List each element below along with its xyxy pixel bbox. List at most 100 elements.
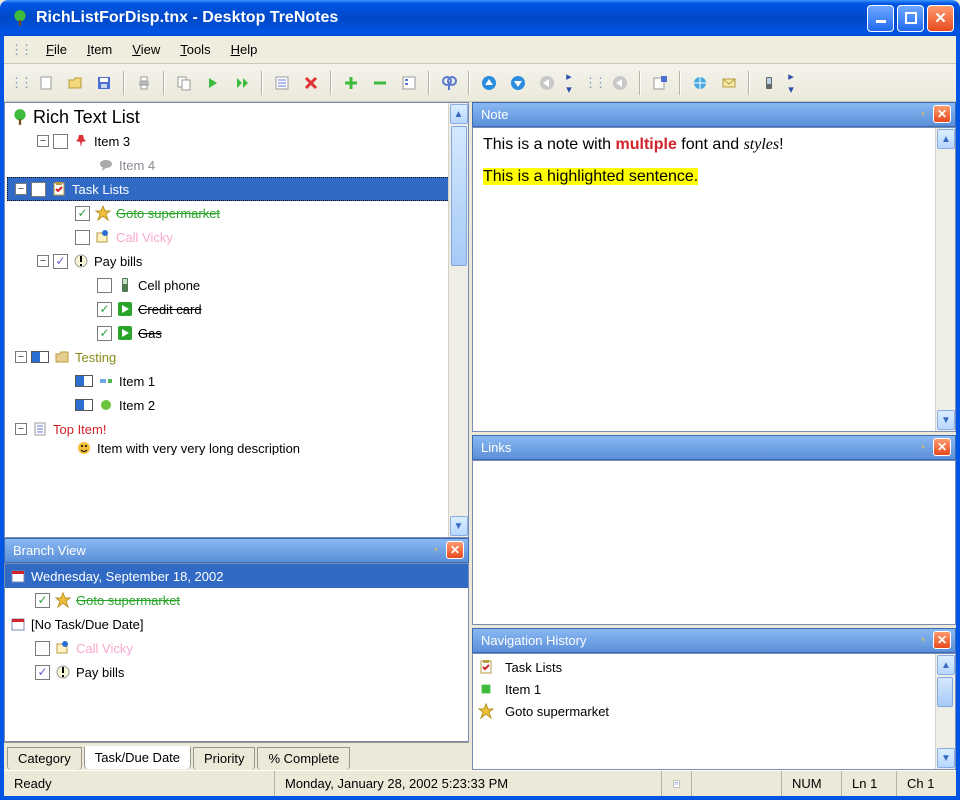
- tree-item-label: Pay bills: [94, 254, 142, 269]
- scroll-down-icon[interactable]: ▼: [450, 516, 468, 536]
- tree-row[interactable]: −✓ Pay bills: [7, 249, 466, 273]
- toolbar-overflow-icon[interactable]: ▸▾: [785, 70, 797, 96]
- pin-icon[interactable]: ◔: [426, 541, 444, 559]
- nav-row[interactable]: Task Lists: [477, 656, 951, 678]
- device-button[interactable]: [756, 70, 782, 96]
- checkbox[interactable]: ✓: [35, 665, 50, 680]
- nav-row[interactable]: Item 1: [477, 678, 951, 700]
- expander-spacer: [81, 159, 93, 171]
- nav-row[interactable]: Goto supermarket: [477, 700, 951, 722]
- back2-button[interactable]: [607, 70, 633, 96]
- close-icon[interactable]: ✕: [933, 438, 951, 456]
- minimize-button[interactable]: [867, 5, 894, 32]
- back-button[interactable]: [534, 70, 560, 96]
- checkbox[interactable]: [97, 278, 112, 293]
- branch-row[interactable]: ✓Goto supermarket: [5, 588, 468, 612]
- close-icon[interactable]: ✕: [933, 105, 951, 123]
- scroll-down-icon[interactable]: ▼: [937, 748, 955, 768]
- menu-tools[interactable]: Tools: [172, 40, 218, 59]
- tree-row[interactable]: ✓Goto supermarket: [7, 201, 466, 225]
- globe-button[interactable]: [687, 70, 713, 96]
- remove-button[interactable]: [367, 70, 393, 96]
- tree-row[interactable]: Item 4: [7, 153, 466, 177]
- branch-tab[interactable]: % Complete: [257, 747, 350, 770]
- tree-row[interactable]: −Item 3: [7, 129, 466, 153]
- run-button[interactable]: [200, 70, 226, 96]
- add-button[interactable]: [338, 70, 364, 96]
- scroll-up-icon[interactable]: ▲: [937, 129, 955, 149]
- branch-row[interactable]: ✓Pay bills: [5, 660, 468, 684]
- up-button[interactable]: [476, 70, 502, 96]
- checkbox[interactable]: [75, 230, 90, 245]
- run-step-button[interactable]: [229, 70, 255, 96]
- pin-icon[interactable]: ◔: [913, 105, 931, 123]
- tree-row[interactable]: Item 2: [7, 393, 466, 417]
- expander-icon[interactable]: −: [15, 423, 27, 435]
- scroll-thumb[interactable]: [937, 677, 953, 707]
- scroll-down-icon[interactable]: ▼: [937, 410, 955, 430]
- note-editor[interactable]: This is a note with multiple font and st…: [472, 127, 956, 432]
- tree-row[interactable]: ✓Credit card: [7, 297, 466, 321]
- nav-body[interactable]: Task ListsItem 1Goto supermarket ▲ ▼: [472, 653, 956, 770]
- branch-tab[interactable]: Category: [7, 747, 82, 770]
- pin-icon[interactable]: ◔: [913, 631, 931, 649]
- close-icon[interactable]: ✕: [446, 541, 464, 559]
- mail-button[interactable]: [716, 70, 742, 96]
- branch-tab[interactable]: Priority: [193, 747, 255, 770]
- expander-icon[interactable]: −: [15, 183, 27, 195]
- tree-item-label: Gas: [138, 326, 162, 341]
- delete-button[interactable]: [298, 70, 324, 96]
- branch-tab[interactable]: Task/Due Date: [84, 746, 191, 769]
- edit-list-button[interactable]: [269, 70, 295, 96]
- down-button[interactable]: [505, 70, 531, 96]
- tree[interactable]: Rich Text List−Item 3Item 4−Task Lists✓G…: [5, 103, 468, 457]
- new-button[interactable]: [33, 70, 59, 96]
- tree-row[interactable]: −Task Lists: [7, 177, 466, 201]
- save2-button[interactable]: [647, 70, 673, 96]
- checkbox[interactable]: ✓: [35, 593, 50, 608]
- menu-view[interactable]: View: [124, 40, 168, 59]
- checkbox[interactable]: [31, 182, 46, 197]
- scroll-up-icon[interactable]: ▲: [450, 104, 468, 124]
- checkbox[interactable]: ✓: [97, 302, 112, 317]
- open-button[interactable]: [62, 70, 88, 96]
- properties-button[interactable]: [396, 70, 422, 96]
- branch-view-body[interactable]: Wednesday, September 18, 2002✓Goto super…: [4, 563, 469, 742]
- expander-spacer: [59, 207, 71, 219]
- checkbox[interactable]: ✓: [75, 206, 90, 221]
- scroll-thumb[interactable]: [451, 126, 467, 266]
- find-button[interactable]: [436, 70, 462, 96]
- branch-row[interactable]: Call Vicky: [5, 636, 468, 660]
- save-button[interactable]: [91, 70, 117, 96]
- tree-row[interactable]: −Testing: [7, 345, 466, 369]
- checkbox[interactable]: [53, 134, 68, 149]
- scroll-up-icon[interactable]: ▲: [937, 655, 955, 675]
- menu-help[interactable]: Help: [223, 40, 266, 59]
- tree-row[interactable]: Cell phone: [7, 273, 466, 297]
- tree-row[interactable]: −Top Item!: [7, 417, 466, 441]
- close-button[interactable]: ✕: [927, 5, 954, 32]
- close-icon[interactable]: ✕: [933, 631, 951, 649]
- tree-row[interactable]: Call Vicky: [7, 225, 466, 249]
- menu-file[interactable]: File: [38, 40, 75, 59]
- scrollbar[interactable]: ▲ ▼: [448, 103, 468, 537]
- tree-row[interactable]: Item with very very long description: [7, 441, 466, 455]
- links-body[interactable]: [472, 460, 956, 625]
- expander-icon[interactable]: −: [15, 351, 27, 363]
- expander-icon[interactable]: −: [37, 255, 49, 267]
- checkbox[interactable]: ✓: [97, 326, 112, 341]
- print-button[interactable]: [131, 70, 157, 96]
- menu-item[interactable]: Item: [79, 40, 120, 59]
- tree-root-row[interactable]: Rich Text List: [7, 105, 466, 129]
- toolbar-overflow-icon[interactable]: ▸▾: [563, 70, 575, 96]
- tree-row[interactable]: ✓ Gas: [7, 321, 466, 345]
- branch-row[interactable]: Wednesday, September 18, 2002: [5, 564, 468, 588]
- copy-button[interactable]: [171, 70, 197, 96]
- checkbox[interactable]: [35, 641, 50, 656]
- pin-icon[interactable]: ◔: [913, 438, 931, 456]
- tree-row[interactable]: Item 1: [7, 369, 466, 393]
- maximize-button[interactable]: [897, 5, 924, 32]
- expander-icon[interactable]: −: [37, 135, 49, 147]
- checkbox[interactable]: ✓: [53, 254, 68, 269]
- branch-row[interactable]: [No Task/Due Date]: [5, 612, 468, 636]
